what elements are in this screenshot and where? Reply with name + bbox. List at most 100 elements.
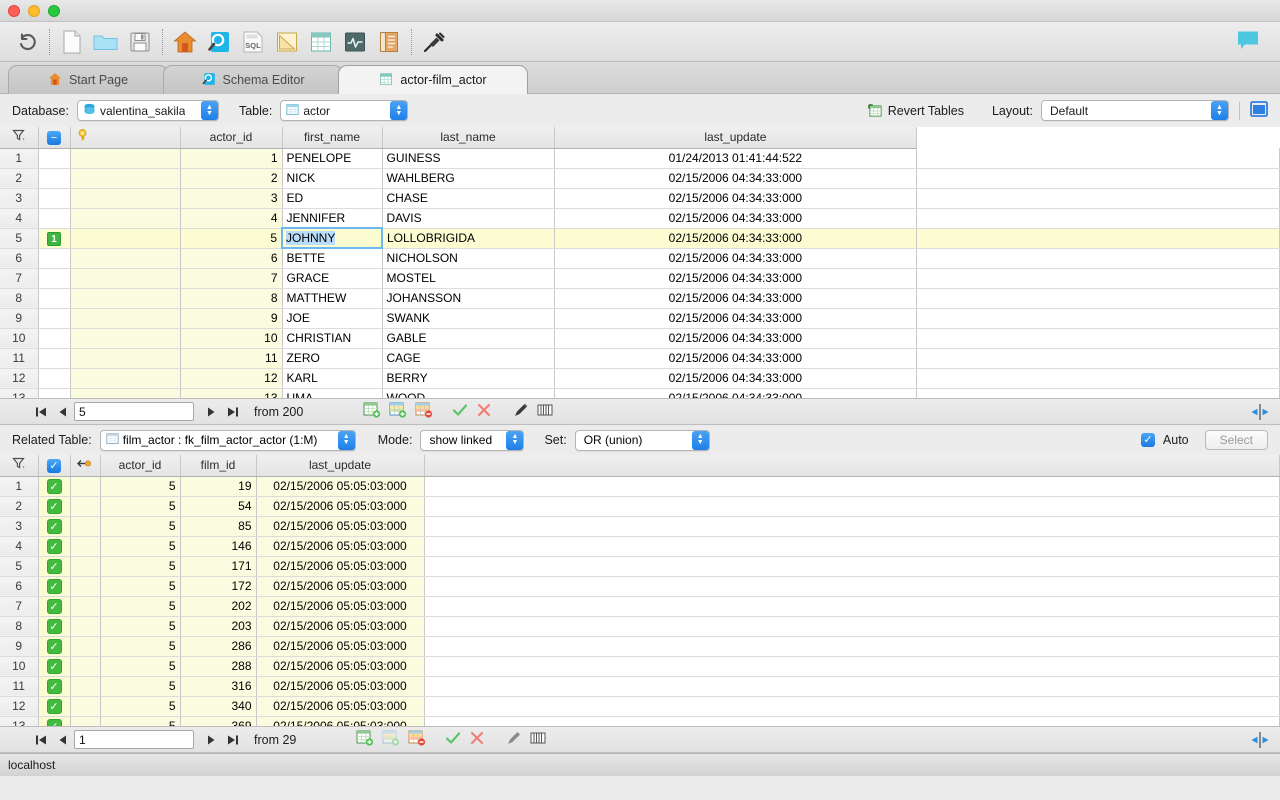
row-number[interactable]: 11	[0, 348, 38, 368]
row-status-cell[interactable]	[38, 248, 70, 268]
cell-film-id[interactable]: 316	[180, 676, 256, 696]
cell-last-update[interactable]: 02/15/2006 05:05:03:000	[256, 716, 424, 726]
cell-actor-id[interactable]: 5	[180, 228, 282, 248]
table-row[interactable]: 6✓517202/15/2006 05:05:03:000	[0, 576, 1280, 596]
row-status-cell[interactable]	[38, 328, 70, 348]
cell-last-name[interactable]: BERRY	[382, 368, 554, 388]
select-button[interactable]: Select	[1205, 430, 1268, 450]
table-row[interactable]: 5✓517102/15/2006 05:05:03:000	[0, 556, 1280, 576]
cell-last-update[interactable]: 02/15/2006 04:34:33:000	[554, 208, 917, 228]
diagram-icon[interactable]	[270, 25, 304, 59]
cell-film-id[interactable]: 286	[180, 636, 256, 656]
cell-last-name[interactable]: GABLE	[382, 328, 554, 348]
row-status-cell[interactable]	[38, 308, 70, 328]
table-row[interactable]: 88MATTHEWJOHANSSON02/15/2006 04:34:33:00…	[0, 288, 1280, 308]
filter-funnel-icon[interactable]	[0, 127, 38, 148]
column-header-actor-id[interactable]: actor_id	[100, 455, 180, 476]
row-select-checkbox[interactable]: ✓	[38, 516, 70, 536]
table-row[interactable]: 1✓51902/15/2006 05:05:03:000	[0, 476, 1280, 496]
cell-last-name[interactable]: LOLLOBRIGIDA	[382, 228, 554, 248]
table-row[interactable]: 99JOESWANK02/15/2006 04:34:33:000	[0, 308, 1280, 328]
cell-actor-id[interactable]: 5	[100, 496, 180, 516]
open-folder-icon[interactable]	[89, 25, 123, 59]
row-select-checkbox[interactable]: ✓	[38, 536, 70, 556]
table-row[interactable]: 12✓534002/15/2006 05:05:03:000	[0, 696, 1280, 716]
row-select-checkbox[interactable]: ✓	[38, 656, 70, 676]
chevron-updown-icon[interactable]: ▲▼	[338, 431, 355, 450]
filter-funnel-icon[interactable]	[0, 455, 38, 476]
row-status-cell[interactable]	[38, 208, 70, 228]
cell-last-update[interactable]: 02/15/2006 04:34:33:000	[554, 228, 917, 248]
table-select[interactable]: actor ▲▼	[280, 100, 408, 121]
commit-check-icon[interactable]	[445, 731, 461, 748]
cell-last-update[interactable]: 02/15/2006 05:05:03:000	[256, 576, 424, 596]
tab-start-page[interactable]: Start Page	[8, 65, 168, 94]
cell-first-name[interactable]: GRACE	[282, 268, 382, 288]
add-record-icon[interactable]	[363, 402, 381, 421]
row-number[interactable]: 12	[0, 368, 38, 388]
cell-first-name[interactable]: ED	[282, 188, 382, 208]
first-record-button[interactable]	[30, 402, 52, 422]
row-select-checkbox[interactable]: ✓	[38, 496, 70, 516]
table-row[interactable]: 1212KARLBERRY02/15/2006 04:34:33:000	[0, 368, 1280, 388]
row-number[interactable]: 1	[0, 148, 38, 168]
vertical-split-handle[interactable]	[1250, 731, 1272, 749]
edit-pencil-icon[interactable]	[513, 402, 529, 421]
tab-schema-editor[interactable]: Schema Editor	[163, 65, 343, 94]
row-status-cell[interactable]	[38, 368, 70, 388]
cell-last-update[interactable]: 02/15/2006 05:05:03:000	[256, 616, 424, 636]
cell-last-update[interactable]: 02/15/2006 05:05:03:000	[256, 496, 424, 516]
table-row[interactable]: 7✓520202/15/2006 05:05:03:000	[0, 596, 1280, 616]
cell-actor-id[interactable]: 9	[180, 308, 282, 328]
minimize-window-button[interactable]	[28, 5, 40, 17]
cell-last-name[interactable]: CHASE	[382, 188, 554, 208]
cell-film-id[interactable]: 171	[180, 556, 256, 576]
mode-select[interactable]: show linked ▲▼	[420, 430, 524, 451]
cell-actor-id[interactable]: 7	[180, 268, 282, 288]
close-window-button[interactable]	[8, 5, 20, 17]
cell-film-id[interactable]: 202	[180, 596, 256, 616]
row-status-cell[interactable]	[38, 168, 70, 188]
maximize-window-button[interactable]	[48, 5, 60, 17]
undo-icon[interactable]	[10, 25, 44, 59]
chart-monitor-icon[interactable]	[338, 25, 372, 59]
database-select[interactable]: valentina_sakila ▲▼	[77, 100, 219, 121]
cell-first-name[interactable]: NICK	[282, 168, 382, 188]
cell-actor-id[interactable]: 5	[100, 656, 180, 676]
chevron-updown-icon[interactable]: ▲▼	[201, 101, 218, 120]
cell-last-update[interactable]: 02/15/2006 04:34:33:000	[554, 328, 917, 348]
row-status-cell[interactable]: 1	[38, 228, 70, 248]
row-number[interactable]: 12	[0, 696, 38, 716]
row-number[interactable]: 7	[0, 268, 38, 288]
cell-actor-id[interactable]: 13	[180, 388, 282, 398]
cell-last-update[interactable]: 02/15/2006 04:34:33:000	[554, 268, 917, 288]
cell-last-name[interactable]: GUINESS	[382, 148, 554, 168]
cell-actor-id[interactable]: 5	[100, 536, 180, 556]
cell-first-name[interactable]: ZERO	[282, 348, 382, 368]
cell-first-name[interactable]: JENNIFER	[282, 208, 382, 228]
cell-last-name[interactable]: DAVIS	[382, 208, 554, 228]
first-record-button[interactable]	[30, 730, 52, 750]
column-header-film-id[interactable]: film_id	[180, 455, 256, 476]
cell-last-update[interactable]: 02/15/2006 04:34:33:000	[554, 348, 917, 368]
set-select[interactable]: OR (union) ▲▼	[575, 430, 710, 451]
row-status-cell[interactable]	[38, 188, 70, 208]
column-header-first-name[interactable]: first_name	[282, 127, 382, 148]
cell-first-name[interactable]: UMA	[282, 388, 382, 398]
chevron-updown-icon[interactable]: ▲▼	[692, 431, 709, 450]
cancel-x-icon[interactable]	[469, 731, 485, 748]
row-number[interactable]: 13	[0, 388, 38, 398]
select-all-checkbox[interactable]: ✓	[38, 455, 70, 476]
cell-film-id[interactable]: 146	[180, 536, 256, 556]
row-number[interactable]: 3	[0, 516, 38, 536]
cell-last-update[interactable]: 02/15/2006 04:34:33:000	[554, 308, 917, 328]
commit-check-icon[interactable]	[452, 403, 468, 420]
last-record-button[interactable]	[222, 402, 244, 422]
row-number[interactable]: 10	[0, 656, 38, 676]
cell-last-update[interactable]: 02/15/2006 04:34:33:000	[554, 368, 917, 388]
row-number[interactable]: 2	[0, 168, 38, 188]
cell-last-update[interactable]: 02/15/2006 05:05:03:000	[256, 536, 424, 556]
next-record-button[interactable]	[200, 402, 222, 422]
row-status-cell[interactable]	[38, 348, 70, 368]
table-row[interactable]: 2✓55402/15/2006 05:05:03:000	[0, 496, 1280, 516]
